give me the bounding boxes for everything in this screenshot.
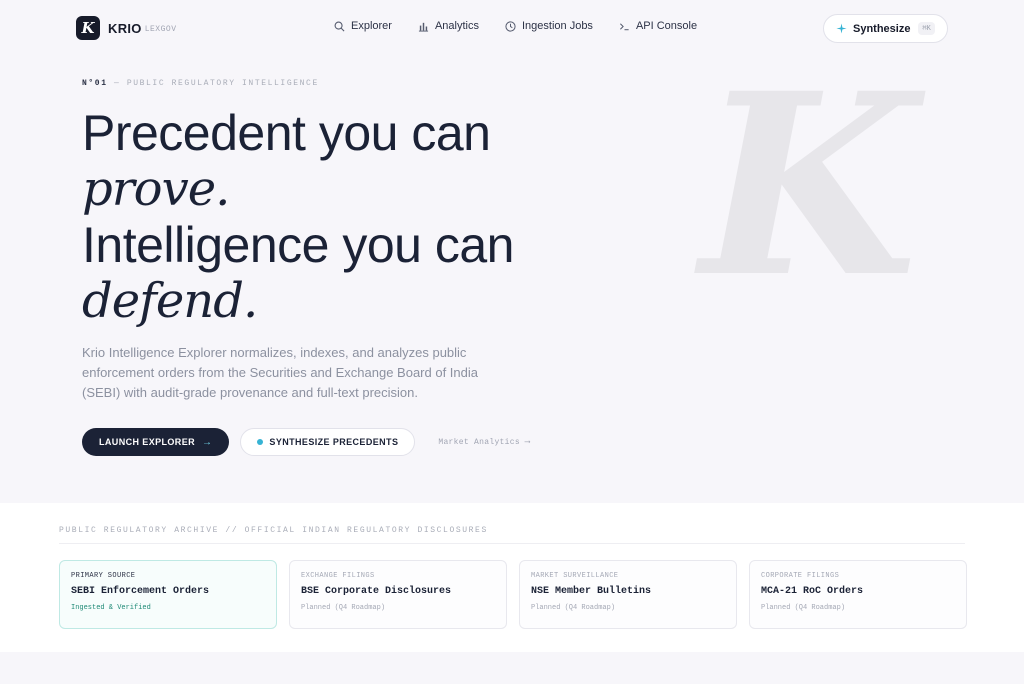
watermark-k-logo: K <box>700 38 918 332</box>
synthesize-precedents-button[interactable]: SYNTHESIZE PRECEDENTS <box>240 428 416 456</box>
headline-line-3: Intelligence you can <box>82 217 514 273</box>
card-kicker: CORPORATE FILINGS <box>761 572 840 580</box>
nav-links: Explorer Analytics Ingestion Jobs API Co… <box>334 20 723 32</box>
archive-card-sebi[interactable]: PRIMARY SOURCE SEBI Enforcement Orders I… <box>59 560 277 629</box>
headline-line-4: defend. <box>82 273 258 329</box>
hero-cta-row: LAUNCH EXPLORER → SYNTHESIZE PRECEDENTS … <box>82 428 530 456</box>
terminal-icon <box>619 22 629 30</box>
nav-analytics-label: Analytics <box>434 20 479 32</box>
card-title: BSE Corporate Disclosures <box>301 586 452 597</box>
nav-ingestion-jobs-label: Ingestion Jobs <box>522 20 593 32</box>
card-title: SEBI Enforcement Orders <box>71 586 210 597</box>
arrow-right-icon: → <box>202 436 213 448</box>
synthesize-precedents-label: SYNTHESIZE PRECEDENTS <box>269 437 399 447</box>
hero-headline: Precedent you can prove. Intelligence yo… <box>82 105 602 329</box>
nav-api-console-label: API Console <box>635 20 698 32</box>
nav-explorer-label: Explorer <box>351 20 392 32</box>
nav-api-console[interactable]: API Console <box>619 20 697 32</box>
eyebrow-number: N°01 <box>82 79 108 88</box>
nav-ingestion-jobs[interactable]: Ingestion Jobs <box>505 20 593 32</box>
card-kicker: PRIMARY SOURCE <box>71 572 136 580</box>
search-icon <box>334 21 345 31</box>
brand-subtitle: LEXGOV <box>144 25 177 34</box>
card-status: Ingested & Verified <box>71 604 151 612</box>
archive-card-bse[interactable]: EXCHANGE FILINGS BSE Corporate Disclosur… <box>289 560 507 629</box>
nav-explorer[interactable]: Explorer <box>334 20 392 32</box>
card-status: Planned (Q4 Roadmap) <box>761 604 846 612</box>
card-kicker: MARKET SURVEILLANCE <box>531 572 619 580</box>
archive-section: PUBLIC REGULATORY ARCHIVE // OFFICIAL IN… <box>0 503 1024 652</box>
hero-description: Krio Intelligence Explorer normalizes, i… <box>82 345 478 400</box>
card-kicker: EXCHANGE FILINGS <box>301 572 375 580</box>
brand-name: KRIO <box>108 20 142 36</box>
clock-icon <box>505 20 516 32</box>
archive-heading: PUBLIC REGULATORY ARCHIVE // OFFICIAL IN… <box>59 526 965 544</box>
card-title: NSE Member Bulletins <box>531 586 652 597</box>
hero-eyebrow: N°01 — PUBLIC REGULATORY INTELLIGENCE <box>82 79 319 88</box>
card-title: MCA-21 RoC Orders <box>761 586 864 597</box>
synthesize-label: Synthesize <box>853 22 911 35</box>
market-analytics-link[interactable]: Market Analytics ⟶ <box>438 437 530 447</box>
sparkle-icon <box>836 23 847 34</box>
bar-chart-icon <box>418 22 429 32</box>
card-status: Planned (Q4 Roadmap) <box>531 604 616 612</box>
headline-line-1: Precedent you can <box>82 105 491 161</box>
card-status: Planned (Q4 Roadmap) <box>301 604 386 612</box>
status-dot-icon <box>257 439 264 445</box>
archive-cards: PRIMARY SOURCE SEBI Enforcement Orders I… <box>59 560 979 629</box>
synthesize-shortcut: ⌘K <box>918 22 935 35</box>
nav-analytics[interactable]: Analytics <box>418 20 479 32</box>
eyebrow-text: — PUBLIC REGULATORY INTELLIGENCE <box>114 79 319 88</box>
archive-card-nse[interactable]: MARKET SURVEILLANCE NSE Member Bulletins… <box>519 560 737 629</box>
launch-explorer-button[interactable]: LAUNCH EXPLORER → <box>82 428 230 456</box>
launch-explorer-label: LAUNCH EXPLORER <box>99 437 196 447</box>
headline-line-2: prove. <box>82 161 230 217</box>
brand-logo[interactable]: K KRIO LEXGOV <box>76 16 177 40</box>
logo-mark: K <box>76 16 100 40</box>
footer-band <box>0 652 1024 684</box>
archive-card-mca[interactable]: CORPORATE FILINGS MCA-21 RoC Orders Plan… <box>749 560 967 629</box>
